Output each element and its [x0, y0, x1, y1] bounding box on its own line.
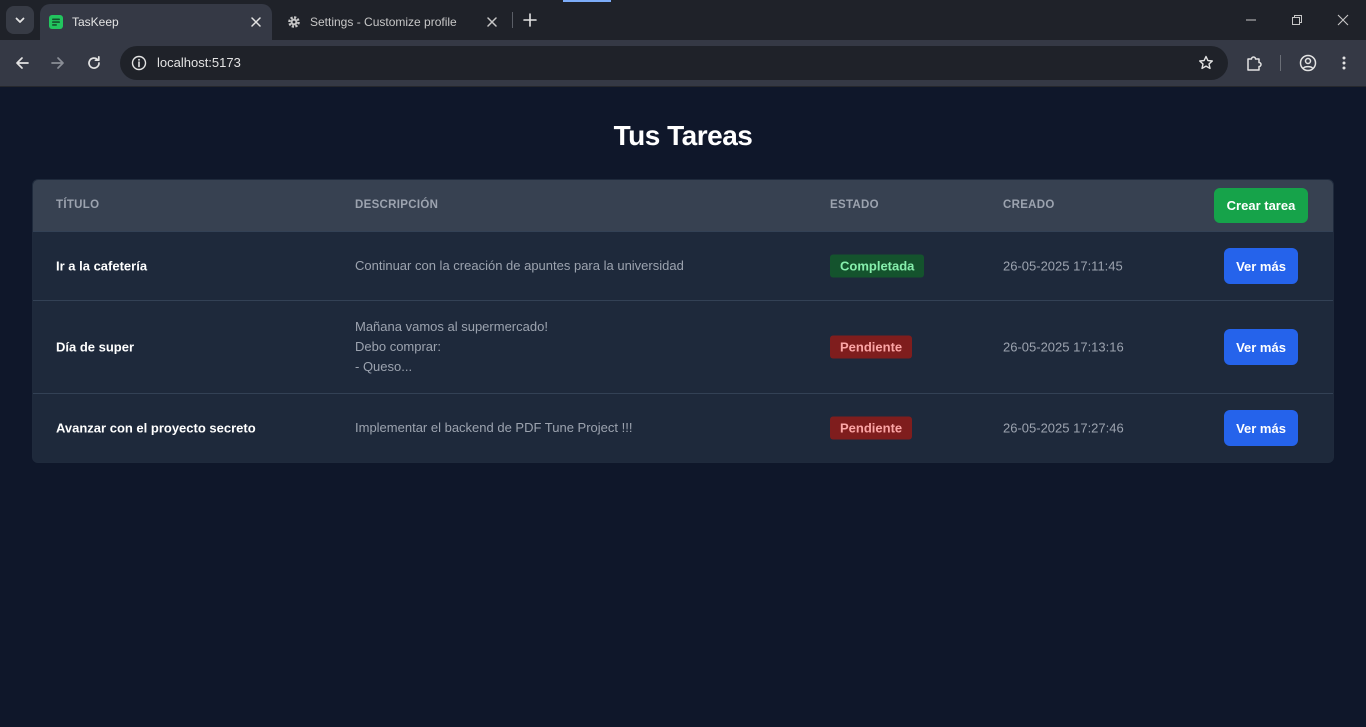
forward-button[interactable]	[44, 49, 72, 77]
arrow-left-icon	[16, 57, 29, 69]
address-bar[interactable]: localhost:5173	[120, 46, 1228, 80]
task-title: Avanzar con el proyecto secreto	[56, 420, 256, 436]
minimize-icon	[1246, 19, 1256, 21]
reload-icon	[88, 55, 100, 69]
app-page: Tus Tareas TÍTULO DESCRIPCIÓN ESTADO CRE…	[0, 87, 1366, 727]
tab-taskeep[interactable]: TasKeep	[40, 4, 272, 40]
profile-button[interactable]	[1294, 49, 1322, 77]
url-text[interactable]: localhost:5173	[157, 55, 241, 70]
task-created-date: 26-05-2025 17:27:46	[1003, 420, 1124, 436]
tasks-table: TÍTULO DESCRIPCIÓN ESTADO CREADO Crear t…	[32, 179, 1334, 463]
table-row: Avanzar con el proyecto secreto Implemen…	[33, 393, 1333, 462]
table-row: Ir a la cafetería Continuar con la creac…	[33, 231, 1333, 300]
page-title: Tus Tareas	[613, 120, 753, 151]
tab-divider	[512, 12, 513, 28]
create-task-button[interactable]: Crear tarea	[1214, 188, 1308, 223]
task-created-date: 26-05-2025 17:13:16	[1003, 339, 1124, 355]
taskeep-favicon-icon	[49, 15, 63, 29]
tab-title: Settings - Customize profile	[310, 15, 457, 29]
view-more-button[interactable]: Ver más	[1224, 248, 1298, 284]
minimize-window-button[interactable]	[1237, 6, 1265, 34]
task-title: Ir a la cafetería	[56, 258, 148, 274]
restore-window-button[interactable]	[1283, 6, 1311, 34]
star-icon	[1199, 55, 1213, 70]
browser-toolbar: localhost:5173	[0, 40, 1366, 87]
new-tab-button[interactable]	[518, 8, 542, 32]
status-badge: Completada	[830, 254, 925, 278]
plus-icon	[523, 13, 537, 27]
column-header-status: ESTADO	[830, 199, 879, 211]
task-title: Día de super	[56, 339, 135, 355]
more-vertical-icon	[1342, 56, 1346, 70]
status-badge: Pendiente	[830, 335, 913, 359]
close-tab-icon[interactable]	[482, 12, 502, 32]
task-description: Continuar con la creación de apuntes par…	[355, 258, 684, 273]
task-created-date: 26-05-2025 17:11:45	[1003, 258, 1123, 274]
restore-icon	[1292, 15, 1302, 25]
arrow-right-icon	[51, 57, 64, 69]
table-row: Día de super Mañana vamos al supermercad…	[33, 300, 1333, 393]
site-info-button[interactable]	[126, 50, 152, 76]
tab-title: TasKeep	[72, 15, 119, 29]
close-tab-icon[interactable]	[246, 12, 266, 32]
gear-icon	[287, 15, 301, 29]
column-header-description: DESCRIPCIÓN	[355, 199, 439, 211]
view-more-button[interactable]: Ver más	[1224, 329, 1298, 365]
info-icon	[131, 55, 147, 71]
task-description: Mañana vamos al supermercado! Debo compr…	[355, 319, 548, 374]
close-icon	[1337, 14, 1349, 26]
reload-button[interactable]	[80, 49, 108, 77]
column-header-title: TÍTULO	[56, 199, 100, 211]
task-description: Implementar el backend de PDF Tune Proje…	[355, 420, 633, 435]
browser-tab-bar: TasKeep Settings - Customize profile	[0, 0, 1366, 40]
table-header: TÍTULO DESCRIPCIÓN ESTADO CREADO Crear t…	[33, 180, 1333, 231]
close-window-button[interactable]	[1329, 6, 1357, 34]
bookmark-button[interactable]	[1196, 53, 1216, 73]
column-header-created: CREADO	[1003, 199, 1055, 211]
tab-search-button[interactable]	[6, 6, 34, 34]
tab-drag-indicator	[563, 0, 611, 2]
extensions-button[interactable]	[1240, 49, 1268, 77]
toolbar-divider	[1280, 55, 1281, 71]
back-button[interactable]	[8, 49, 36, 77]
status-badge: Pendiente	[830, 416, 913, 440]
browser-menu-button[interactable]	[1330, 49, 1358, 77]
puzzle-icon	[1247, 56, 1262, 71]
tab-settings[interactable]: Settings - Customize profile	[278, 4, 508, 40]
chevron-down-icon	[15, 17, 25, 23]
view-more-button[interactable]: Ver más	[1224, 410, 1298, 446]
account-circle-icon	[1299, 54, 1317, 72]
